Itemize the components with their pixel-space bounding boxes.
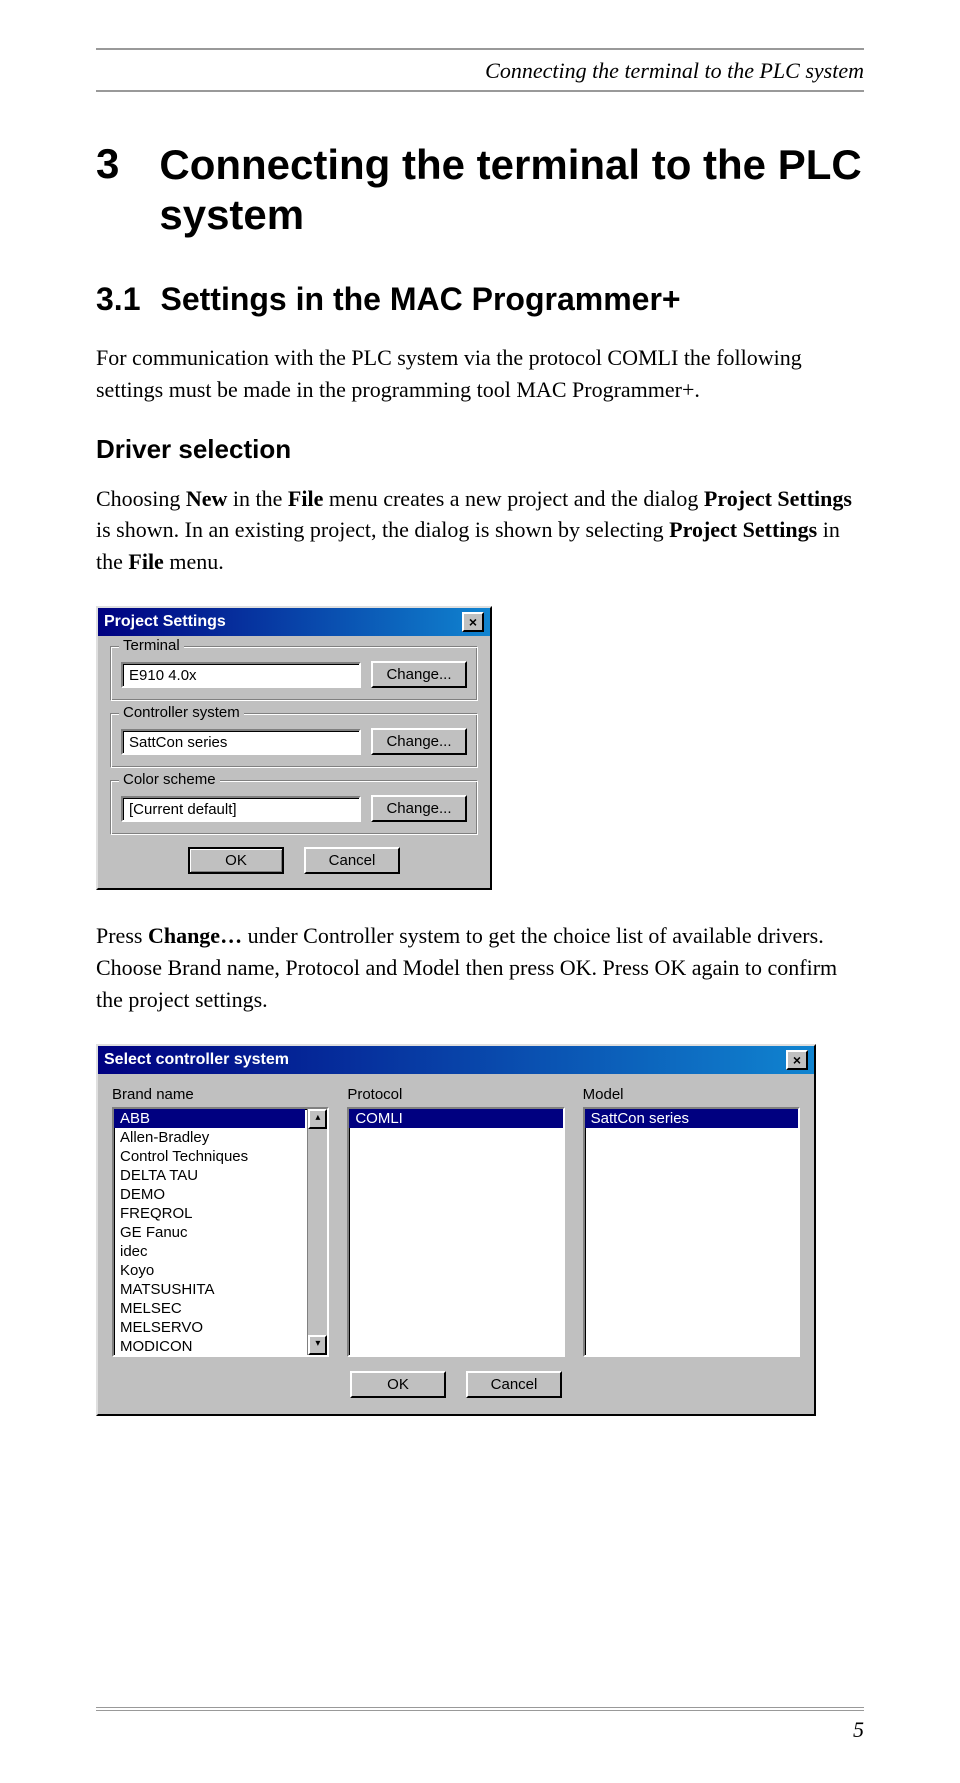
list-item[interactable]: Allen-Bradley (114, 1128, 305, 1147)
ok-button[interactable]: OK (188, 847, 284, 874)
chapter-number: 3 (96, 140, 119, 241)
model-listbox[interactable]: SattCon series (583, 1107, 800, 1357)
group-color: Color scheme [Current default] Change... (110, 780, 478, 835)
select-controller-dialog: Select controller system × Brand name AB… (96, 1044, 816, 1416)
brand-name-label: Brand name (112, 1086, 329, 1103)
paragraph-1: For communication with the PLC system vi… (96, 342, 864, 406)
scroll-down-icon[interactable]: ▾ (308, 1335, 327, 1355)
list-item[interactable]: SattCon series (585, 1109, 798, 1128)
list-item[interactable]: idec (114, 1242, 305, 1261)
group-color-label: Color scheme (119, 771, 220, 788)
list-item[interactable]: GE Fanuc (114, 1223, 305, 1242)
change-color-button[interactable]: Change... (371, 795, 467, 822)
change-terminal-button[interactable]: Change... (371, 661, 467, 688)
project-settings-dialog: Project Settings × Terminal E910 4.0x Ch… (96, 606, 492, 890)
list-item[interactable]: MELSEC (114, 1299, 305, 1318)
section-title: Settings in the MAC Programmer+ (160, 281, 680, 318)
paragraph-2: Choosing New in the File menu creates a … (96, 483, 864, 579)
subheading-driver-selection: Driver selection (96, 434, 864, 465)
close-icon[interactable]: × (462, 612, 484, 632)
list-item[interactable]: Koyo (114, 1261, 305, 1280)
chapter-title: Connecting the terminal to the PLC syste… (159, 140, 864, 241)
list-item[interactable]: Control Techniques (114, 1147, 305, 1166)
list-item[interactable]: DELTA TAU (114, 1166, 305, 1185)
protocol-listbox[interactable]: COMLI (347, 1107, 564, 1357)
cancel-button[interactable]: Cancel (304, 847, 400, 874)
list-item[interactable]: DEMO (114, 1185, 305, 1204)
ok-button[interactable]: OK (350, 1371, 446, 1398)
group-terminal: Terminal E910 4.0x Change... (110, 646, 478, 701)
running-header: Connecting the terminal to the PLC syste… (96, 58, 864, 92)
dialog2-titlebar: Select controller system × (98, 1046, 814, 1074)
model-label: Model (583, 1086, 800, 1103)
controller-field: SattCon series (121, 729, 361, 755)
brand-listbox[interactable]: ABBAllen-BradleyControl TechniquesDELTA … (112, 1107, 329, 1357)
dialog-titlebar: Project Settings × (98, 608, 490, 636)
group-controller-label: Controller system (119, 704, 244, 721)
scroll-up-icon[interactable]: ▴ (308, 1109, 327, 1129)
section-number: 3.1 (96, 281, 140, 318)
list-item[interactable]: MELSERVO (114, 1318, 305, 1337)
list-item[interactable]: OMRON (114, 1356, 305, 1357)
cancel-button[interactable]: Cancel (466, 1371, 562, 1398)
group-controller: Controller system SattCon series Change.… (110, 713, 478, 768)
paragraph-3: Press Change… under Controller system to… (96, 920, 864, 1016)
scrollbar[interactable]: ▴ ▾ (307, 1109, 327, 1355)
list-item[interactable]: ABB (114, 1109, 305, 1128)
change-controller-button[interactable]: Change... (371, 728, 467, 755)
color-field: [Current default] (121, 796, 361, 822)
list-item[interactable]: FREQROL (114, 1204, 305, 1223)
list-item[interactable]: COMLI (349, 1109, 562, 1128)
protocol-label: Protocol (347, 1086, 564, 1103)
terminal-field: E910 4.0x (121, 662, 361, 688)
page-number: 5 (96, 1707, 864, 1743)
dialog-title: Project Settings (104, 613, 226, 631)
close-icon[interactable]: × (786, 1050, 808, 1070)
list-item[interactable]: MATSUSHITA (114, 1280, 305, 1299)
list-item[interactable]: MODICON (114, 1337, 305, 1356)
group-terminal-label: Terminal (119, 637, 184, 654)
dialog2-title: Select controller system (104, 1051, 289, 1069)
